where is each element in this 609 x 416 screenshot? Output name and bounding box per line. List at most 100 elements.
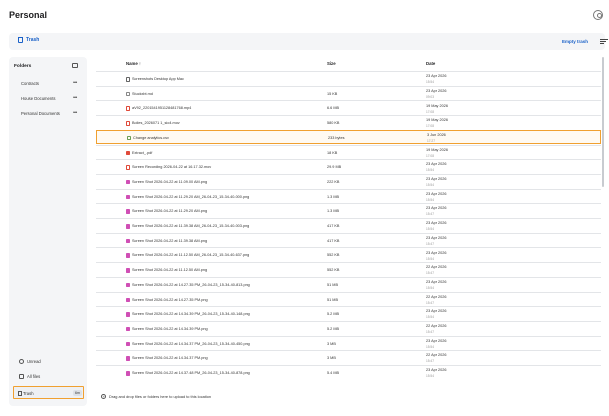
sidebar-item-trash-label: Trash xyxy=(23,390,34,396)
file-icon xyxy=(126,91,130,97)
column-header-name[interactable]: Name ↑ xyxy=(126,61,141,66)
file-date: 19 May 2026 xyxy=(426,147,448,152)
table-row[interactable]: Screen Shot 2026-04-22 at 14.34.37 PM.pn… xyxy=(96,350,601,365)
table-row[interactable]: Screen Shot 2026-04-22 at 14.37.48 PM_26… xyxy=(96,365,601,380)
file-time: 15:54 xyxy=(426,80,434,85)
file-date: 19 May 2026 xyxy=(426,118,448,123)
table-row[interactable]: Screenshots Desktop App Mac 23 Apr 2026 15… xyxy=(96,71,601,86)
image-icon xyxy=(126,312,130,317)
image-icon xyxy=(126,238,130,244)
table-row[interactable]: aV92_2201541951128481768.mp4 6.6 MB 19 May… xyxy=(96,100,601,115)
file-size: 5.2 MB xyxy=(327,326,340,331)
file-name: Screen Shot 2026-04-22 at 11.29.20 AM.pn… xyxy=(132,209,208,214)
file-size: 51 MB xyxy=(327,297,338,302)
sidebar: Folders Contracts ••• House Documents ••… xyxy=(9,57,87,406)
scrollbar[interactable] xyxy=(602,57,604,187)
file-time: 17:08 xyxy=(426,109,434,114)
file-name: Screen Shot 2026-04-22 at 14.27.35 PM_26… xyxy=(132,282,250,287)
dropzone-text: Drag and drop files or folders here to u… xyxy=(109,394,212,399)
file-date: 19 May 2026 xyxy=(426,103,448,108)
table-row[interactable]: Stuckxbt.md 15 KB 23 Apr 2026 09:03 xyxy=(96,85,601,101)
file-date: 23 Apr 2026 xyxy=(426,206,447,211)
table-row[interactable]: Screen Shot 2026-04-22 at 11.12.50 AM_26… xyxy=(96,247,601,262)
file-size: 5.4 MB xyxy=(327,371,340,375)
sidebar-item-unread[interactable]: Unread xyxy=(19,359,41,364)
table-row[interactable]: Screen Shot 2026-04-22 at 14.27.35 PM.pn… xyxy=(96,291,601,307)
video-icon xyxy=(126,106,130,111)
file-date: 23 Apr 2026 xyxy=(426,177,447,182)
file-name: Bolies_2026071 1_sio4.mov xyxy=(132,121,180,126)
file-size: 1.3 MB xyxy=(327,209,340,214)
sidebar-folder-personal-documents[interactable]: Personal Documents xyxy=(21,111,60,116)
file-name: Screen Shot 2026-04-22 at 11.09.00 AM.pn… xyxy=(132,179,208,184)
folder-more-icon[interactable]: ••• xyxy=(73,95,77,101)
file-size: 51 MB xyxy=(327,282,338,287)
table-row[interactable]: Screen Shot 2026-04-22 at 11.39.38 AM.pn… xyxy=(96,232,601,248)
add-folder-icon[interactable] xyxy=(72,63,78,68)
file-time: 15:54 xyxy=(426,315,434,320)
table-row[interactable]: Bolies_2026071 1_sio4.mov 580 KB 19 May 20… xyxy=(96,115,601,130)
image-icon xyxy=(126,371,130,376)
table-row[interactable]: Screen Shot 2026-04-22 at 11.09.00 AM.pn… xyxy=(96,173,601,189)
file-size: 552 KB xyxy=(327,253,340,258)
sidebar-item-trash[interactable]: Trash 6m xyxy=(13,386,84,399)
file-size: 417 KB xyxy=(327,238,340,243)
file-size: 6.6 MB xyxy=(327,106,340,111)
table-row[interactable]: Extract_.pdf 18 KB 19 May 2026 17:08 xyxy=(96,144,601,160)
file-date: 23 Apr 2026 xyxy=(426,368,447,373)
column-header-date[interactable]: Date xyxy=(426,61,435,66)
breadcrumb-trash[interactable]: Trash xyxy=(18,37,39,43)
folder-icon xyxy=(126,77,130,82)
image-icon xyxy=(126,282,130,288)
file-size: 18 KB xyxy=(327,150,338,155)
image-icon xyxy=(126,326,130,332)
file-date: 23 Apr 2026 xyxy=(426,221,447,226)
file-name: Screenshots Desktop App Mac xyxy=(132,77,184,81)
file-date: 23 Apr 2026 xyxy=(426,309,447,314)
file-time: 15:54 xyxy=(426,256,434,261)
image-icon xyxy=(126,356,130,361)
table-row[interactable]: Screen Shot 2026-04-22 at 14.34.37 PM_26… xyxy=(96,335,601,351)
sort-options-icon[interactable] xyxy=(600,39,608,44)
video-icon xyxy=(126,165,130,170)
file-time: 15:54 xyxy=(426,344,434,349)
table-row[interactable]: Screen Recording 2026-04-22 at 16.17.32.… xyxy=(96,159,601,174)
file-name: Screen Shot 2026-04-22 at 11.39.38 AM_26… xyxy=(132,224,250,228)
files-icon xyxy=(19,374,24,379)
file-time: 15:54 xyxy=(426,227,434,232)
trash-icon xyxy=(18,390,22,396)
file-name: Screen Shot 2026-04-22 at 14.34.39 PM_26… xyxy=(132,312,250,317)
page-title: Personal xyxy=(9,10,48,20)
table-row[interactable]: Change analytics.csv 233 bytes 3 Jun 2026 1… xyxy=(96,129,601,145)
sidebar-folder-house-documents[interactable]: House Documents xyxy=(21,96,55,101)
table-row[interactable]: Screen Shot 2026-04-22 at 11.29.20 AM_26… xyxy=(96,188,601,204)
image-icon xyxy=(126,297,130,302)
file-date: 23 Apr 2026 xyxy=(426,162,447,167)
file-date: 3 Jun 2026 xyxy=(427,132,446,137)
user-account-icon[interactable] xyxy=(593,10,603,20)
table-row[interactable]: Screen Shot 2026-04-22 at 14.34.39 PM_26… xyxy=(96,306,601,321)
file-date: 22 Apr 2026 xyxy=(426,265,447,270)
folder-more-icon[interactable]: ••• xyxy=(73,110,77,116)
sidebar-item-all-files[interactable]: All files xyxy=(19,374,40,379)
image-icon xyxy=(126,179,130,185)
table-row[interactable]: Screen Shot 2026-04-22 at 11.29.20 AM.pn… xyxy=(96,203,601,218)
file-size: 233 bytes xyxy=(328,135,345,140)
file-time: 15:47 xyxy=(426,271,434,276)
table-row[interactable]: Screen Shot 2026-04-22 at 14.27.35 PM_26… xyxy=(96,276,601,292)
file-date: 23 Apr 2026 xyxy=(426,88,447,93)
sidebar-item-all-files-label: All files xyxy=(27,374,41,379)
folder-more-icon[interactable]: ••• xyxy=(73,80,77,86)
upload-dropzone[interactable]: Drag and drop files or folders here to u… xyxy=(101,394,211,399)
table-row[interactable]: Screen Shot 2026-04-22 at 14.34.39 PM.pn… xyxy=(96,320,601,336)
sidebar-folder-contracts[interactable]: Contracts xyxy=(21,81,39,86)
file-time: 09:03 xyxy=(426,94,434,99)
table-row[interactable]: Screen Shot 2026-04-22 at 11.12.50 AM.pn… xyxy=(96,262,601,277)
file-name: Screen Shot 2026-04-22 at 14.34.37 PM_26… xyxy=(132,341,250,346)
file-name: Screen Shot 2026-04-22 at 11.12.50 AM_26… xyxy=(132,253,250,258)
file-name: Screen Shot 2026-04-22 at 11.39.38 AM.pn… xyxy=(132,238,208,243)
table-row[interactable]: Screen Shot 2026-04-22 at 11.39.38 AM_26… xyxy=(96,218,601,233)
column-header-size[interactable]: Size xyxy=(327,61,336,66)
file-time: 15:47 xyxy=(426,330,434,335)
empty-trash-button[interactable]: Empty trash xyxy=(562,39,588,44)
